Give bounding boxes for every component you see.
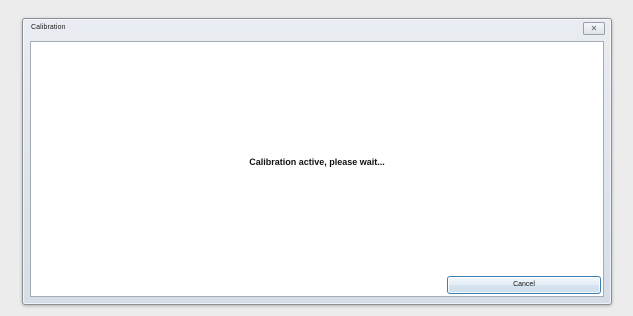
close-button[interactable]: ✕ — [583, 22, 605, 35]
window-title: Calibration — [31, 24, 66, 31]
cancel-button[interactable]: Cancel — [447, 276, 601, 294]
status-message: Calibration active, please wait... — [249, 157, 385, 167]
close-icon: ✕ — [590, 24, 598, 33]
calibration-window: Calibration ✕ Calibration active, please… — [22, 18, 612, 305]
title-bar[interactable]: Calibration ✕ — [23, 19, 611, 41]
dialog-body: Calibration active, please wait... Cance… — [30, 41, 604, 297]
